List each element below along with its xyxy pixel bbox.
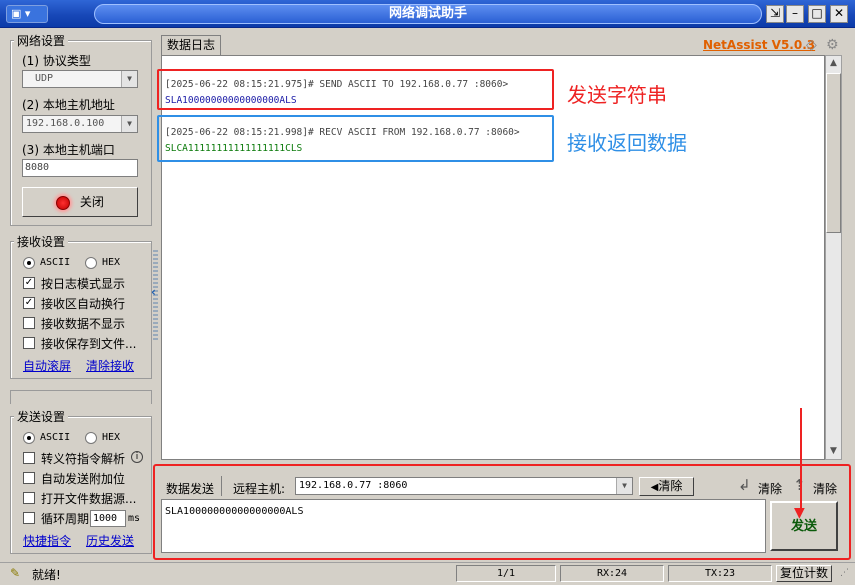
hide-data-checkbox[interactable] [23,317,35,329]
auto-wrap-checkbox[interactable]: ✓ [23,297,35,309]
receive-ascii-label: ASCII [40,257,71,268]
cycle-unit: ms [128,513,141,524]
save-file-label: 接收保存到文件... [41,337,137,351]
brand-link[interactable]: NetAssist V5.0.3 [703,38,815,52]
scroll-down-icon[interactable]: ▼ [826,444,841,459]
receive-settings-title: 接收设置 [14,233,69,250]
annotation-arrow-icon: ▼ [794,505,805,521]
send-input[interactable]: SLA10000000000000000ALS [161,499,766,553]
status-ready: 就绪! [32,568,61,582]
shortcut-commands-link[interactable]: 快捷指令 [23,532,71,549]
tab-data-log[interactable]: 数据日志 [161,35,221,55]
send-hex-label: HEX [102,432,121,443]
remote-host-value: 192.168.0.77 :8060 [299,480,408,491]
system-menu-button[interactable]: ▣ ▾ [6,5,48,23]
collapse-arrow-icon[interactable]: ‹ [151,285,156,299]
annotation-send: 发送字符串 [567,83,667,107]
clear-send-button[interactable]: 清除 [758,480,782,497]
clear-remote-button[interactable]: ◀清除 [639,477,694,496]
divider [221,476,222,496]
maximize-button[interactable]: □ [808,5,826,23]
port-input[interactable]: 8080 [22,159,138,177]
host-value: 192.168.0.100 [26,118,105,129]
info-icon[interactable]: i [131,451,143,463]
status-ready-icon: ✎ [10,566,21,580]
protocol-select[interactable]: UDP ▼ [22,70,138,88]
cycle-period-input[interactable]: 1000 [90,510,126,527]
log-scrollbar[interactable]: ▲ ▼ [825,55,842,460]
send-input-text: SLA10000000000000000ALS [165,506,304,517]
hide-data-label: 接收数据不显示 [41,317,126,331]
chevron-down-icon[interactable]: ▼ [616,478,632,494]
resize-grip-icon[interactable]: ⋰ [840,568,849,578]
network-settings-title: 网络设置 [14,32,69,49]
port-label: (3) 本地主机端口 [22,143,115,157]
file-source-label: 打开文件数据源... [41,492,137,506]
log-entry-recv-header: [2025-06-22 08:15:21.998]# RECV ASCII FR… [165,127,520,138]
recv-highlight-box [157,115,554,162]
gem-icon[interactable]: ◇ [806,37,817,53]
status-light-icon [56,195,71,210]
window-title: 网络调试助手 [94,4,762,24]
tab-data-send[interactable]: 数据发送 [166,480,214,497]
clear-all-button[interactable]: 清除 [813,480,837,497]
log-mode-checkbox[interactable]: ✓ [23,277,35,289]
host-select[interactable]: 192.168.0.100 ▼ [22,115,138,133]
status-rx: RX:24 [560,565,664,582]
pin-icon[interactable]: ⇲ [766,5,784,23]
send-ascii-radio[interactable] [23,432,35,444]
clear-receive-link[interactable]: 清除接收 [86,357,134,374]
close-connection-label: 关闭 [79,195,104,209]
protocol-label: (1) 协议类型 [22,54,91,68]
scroll-thumb[interactable] [826,73,841,233]
protocol-value: UDP [35,73,54,84]
scroll-up-icon[interactable]: ▲ [826,56,841,71]
receive-hex-radio[interactable] [85,257,97,269]
remote-host-label: 远程主机: [233,482,286,496]
send-settings-title: 发送设置 [14,408,69,425]
log-entry-recv-data: SLCA11111111111111111CLS [165,143,303,154]
cycle-label: 循环周期 [41,512,90,526]
auto-append-checkbox[interactable] [23,472,35,484]
annotation-arrow-line [800,408,802,513]
auto-wrap-label: 接收区自动换行 [41,297,126,311]
save-file-checkbox[interactable] [23,337,35,349]
receive-ascii-radio[interactable] [23,257,35,269]
status-frames: 1/1 [456,565,556,582]
annotation-recv: 接收返回数据 [567,131,687,155]
remote-host-select[interactable]: 192.168.0.77 :8060 ▼ [295,477,633,495]
close-connection-button[interactable]: 关闭 [22,187,138,217]
close-button[interactable]: ✕ [830,5,848,23]
send-history-link[interactable]: 历史发送 [86,532,134,549]
log-entry-send-data: SLA10000000000000000ALS [165,95,297,106]
escape-parse-checkbox[interactable] [23,452,35,464]
minimize-button[interactable]: – [786,5,804,23]
log-mode-label: 按日志模式显示 [41,277,126,291]
send-ascii-label: ASCII [40,432,71,443]
auto-append-label: 自动发送附加位 [41,472,126,486]
receive-hex-label: HEX [102,257,121,268]
chevron-down-icon[interactable]: ▼ [121,116,137,132]
host-label: (2) 本地主机地址 [22,98,115,112]
autoscroll-link[interactable]: 自动滚屏 [23,357,71,374]
settings-icon[interactable]: ⚙ [826,37,839,53]
cycle-checkbox[interactable] [23,512,35,524]
undo-arrow-icon[interactable]: ↲ [738,476,751,494]
chevron-down-icon[interactable]: ▼ [121,71,137,87]
reset-count-button[interactable]: 复位计数 [776,565,832,582]
escape-parse-label: 转义符指令解析 [41,452,126,466]
send-hex-radio[interactable] [85,432,97,444]
status-tx: TX:23 [668,565,772,582]
file-source-checkbox[interactable] [23,492,35,504]
collapsed-group [10,390,152,404]
log-entry-send-header: [2025-06-22 08:15:21.975]# SEND ASCII TO… [165,79,509,90]
